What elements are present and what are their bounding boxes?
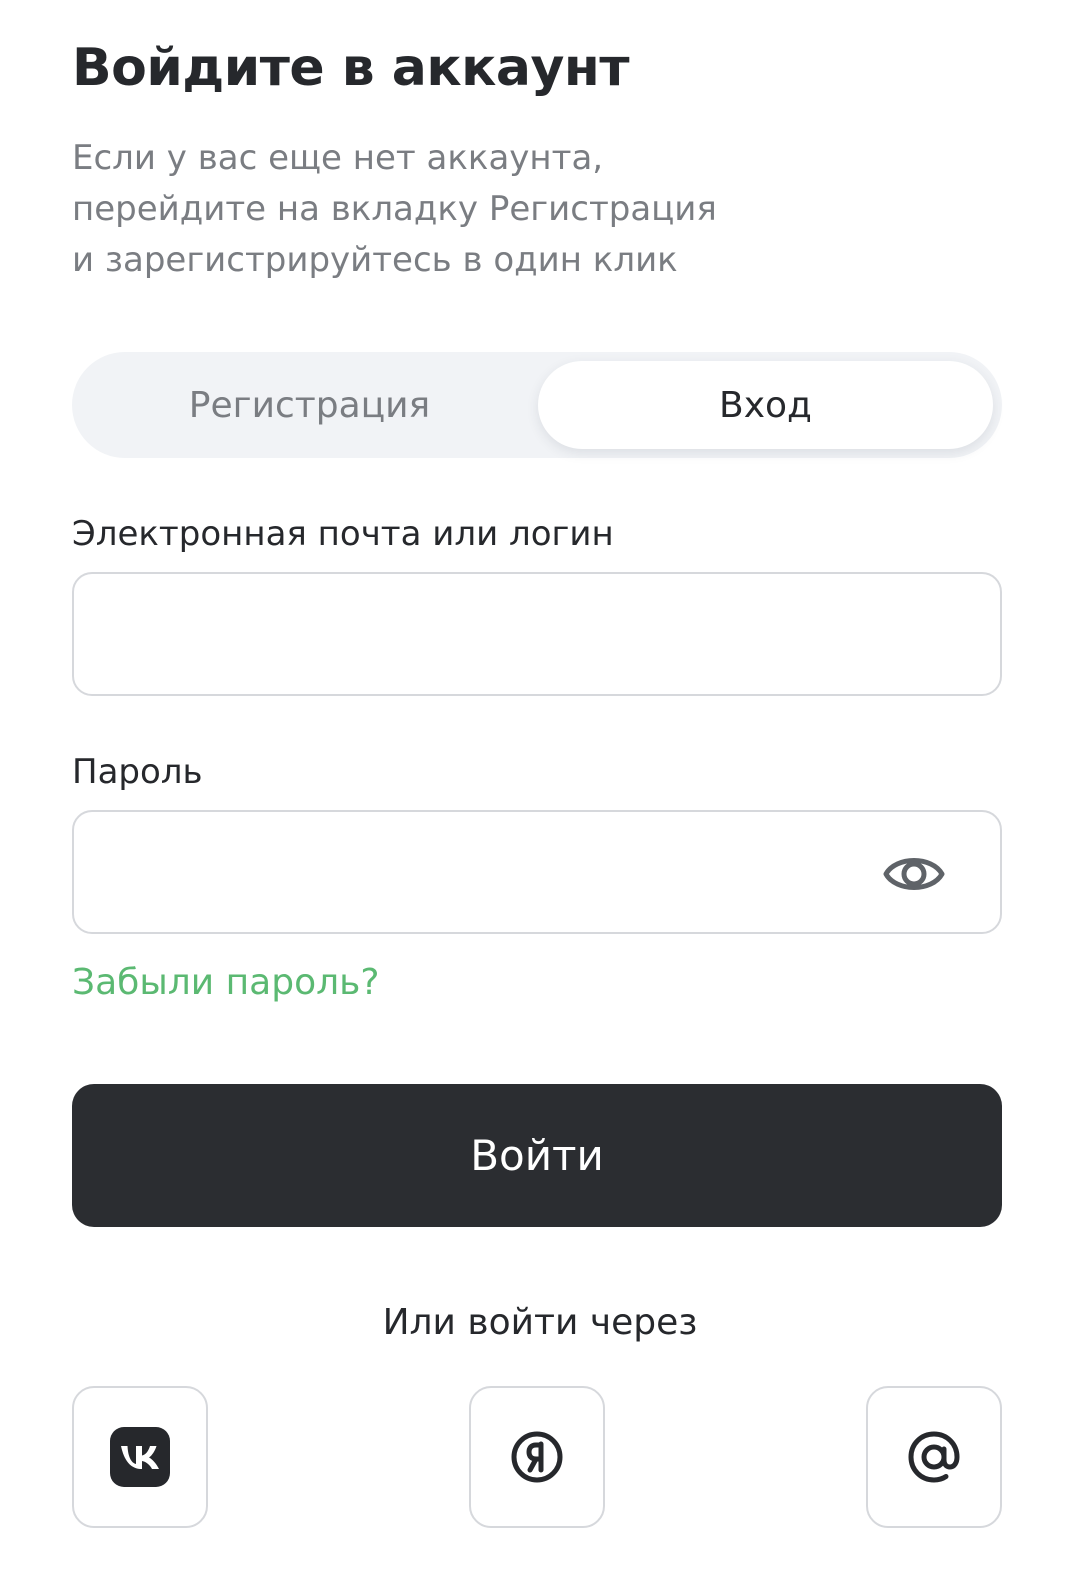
yandex-login-button[interactable] — [469, 1386, 605, 1528]
page-subtitle: Если у вас еще нет аккаунта, перейдите н… — [72, 133, 852, 286]
vk-logo-icon — [110, 1427, 170, 1487]
login-field-label: Электронная почта или логин — [72, 514, 614, 554]
forgot-password-link[interactable]: Забыли пароль? — [72, 962, 379, 1003]
subtitle-line: Если у вас еще нет аккаунта, — [72, 138, 604, 178]
vk-login-button[interactable] — [72, 1386, 208, 1528]
show-password-button[interactable] — [882, 842, 946, 906]
tab-login[interactable]: Вход — [538, 361, 993, 449]
login-field[interactable] — [72, 572, 1002, 696]
page-title: Войдите в аккаунт — [72, 38, 629, 98]
mail-login-button[interactable] — [866, 1386, 1002, 1528]
social-login-label: Или войти через — [382, 1302, 698, 1343]
login-submit-button[interactable]: Войти — [72, 1084, 1002, 1227]
password-field-label: Пароль — [72, 752, 203, 792]
auth-tabs: Регистрация Вход — [72, 352, 1002, 458]
subtitle-line: и зарегистрируйтесь в один клик — [72, 240, 678, 280]
login-input[interactable] — [98, 574, 882, 696]
tab-registration[interactable]: Регистрация — [82, 361, 537, 449]
password-input[interactable] — [98, 812, 882, 934]
subtitle-line: перейдите на вкладку Регистрация — [72, 189, 717, 229]
at-sign-icon — [908, 1431, 960, 1483]
eye-icon — [883, 858, 945, 890]
password-field[interactable] — [72, 810, 1002, 934]
yandex-logo-icon — [511, 1431, 563, 1483]
